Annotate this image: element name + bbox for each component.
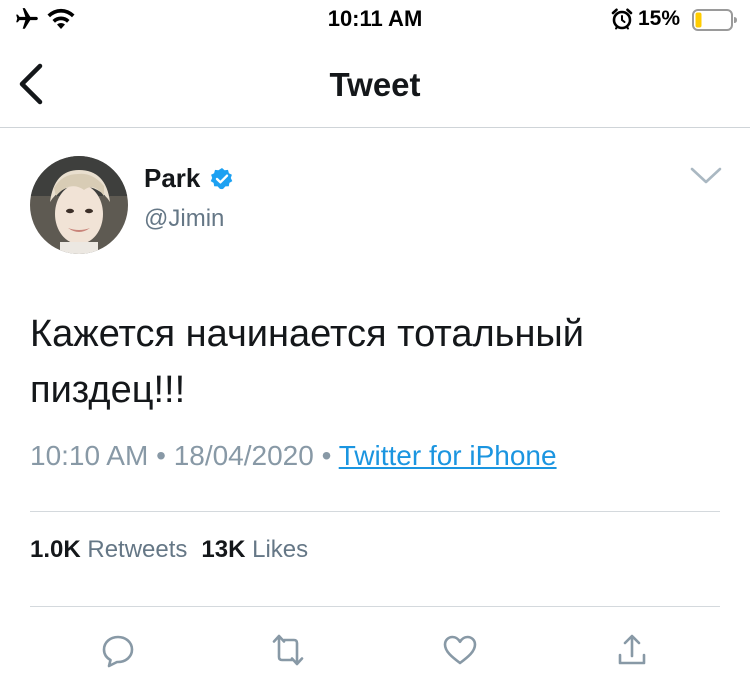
nav-bar: Tweet <box>0 40 750 128</box>
meta-separator: • <box>156 440 166 471</box>
share-icon <box>618 634 646 665</box>
chevron-down-icon[interactable] <box>688 160 724 190</box>
likes-stat[interactable]: 13K Likes <box>201 536 308 563</box>
tweet-text-line: Кажется начинается тотальный <box>30 313 584 355</box>
verified-badge-icon <box>210 168 233 190</box>
retweet-button[interactable] <box>270 632 306 668</box>
tweet-stats: 1.0K Retweets 13K Likes <box>30 536 308 564</box>
likes-count: 13K <box>201 536 246 563</box>
retweet-icon <box>272 634 304 666</box>
avatar[interactable] <box>30 156 128 254</box>
meta-separator: • <box>321 440 332 471</box>
like-button[interactable] <box>442 632 478 668</box>
tweet-meta: 10:10 AM • 18/04/2020 • Twitter for iPho… <box>30 440 557 472</box>
author-name[interactable]: Park <box>144 163 200 194</box>
likes-label: Likes <box>252 536 309 563</box>
like-icon <box>443 635 477 665</box>
tweet-date: 18/04/2020 <box>173 440 314 471</box>
author-handle[interactable]: @Jimin <box>144 205 224 233</box>
battery-icon <box>692 9 737 31</box>
tweet-text-line: пиздец!!! <box>30 369 186 411</box>
retweets-stat[interactable]: 1.0K Retweets <box>30 536 187 563</box>
page-title: Tweet <box>329 66 421 103</box>
reply-button[interactable] <box>100 632 136 668</box>
tweet-source-link[interactable]: Twitter for iPhone <box>339 440 557 471</box>
tweet-text: Кажется начинается тотальный пиздец!!! <box>30 306 710 418</box>
reply-icon <box>102 635 134 668</box>
status-bar: 10:11 AM 15% <box>0 0 750 40</box>
alarm-icon <box>611 8 633 30</box>
retweets-label: Retweets <box>87 536 188 563</box>
retweets-count: 1.0K <box>30 536 81 563</box>
divider <box>30 511 720 512</box>
divider <box>30 606 720 607</box>
share-button[interactable] <box>614 632 650 668</box>
tweet-time: 10:10 AM <box>30 440 149 471</box>
battery-percent: 15% <box>638 7 681 30</box>
